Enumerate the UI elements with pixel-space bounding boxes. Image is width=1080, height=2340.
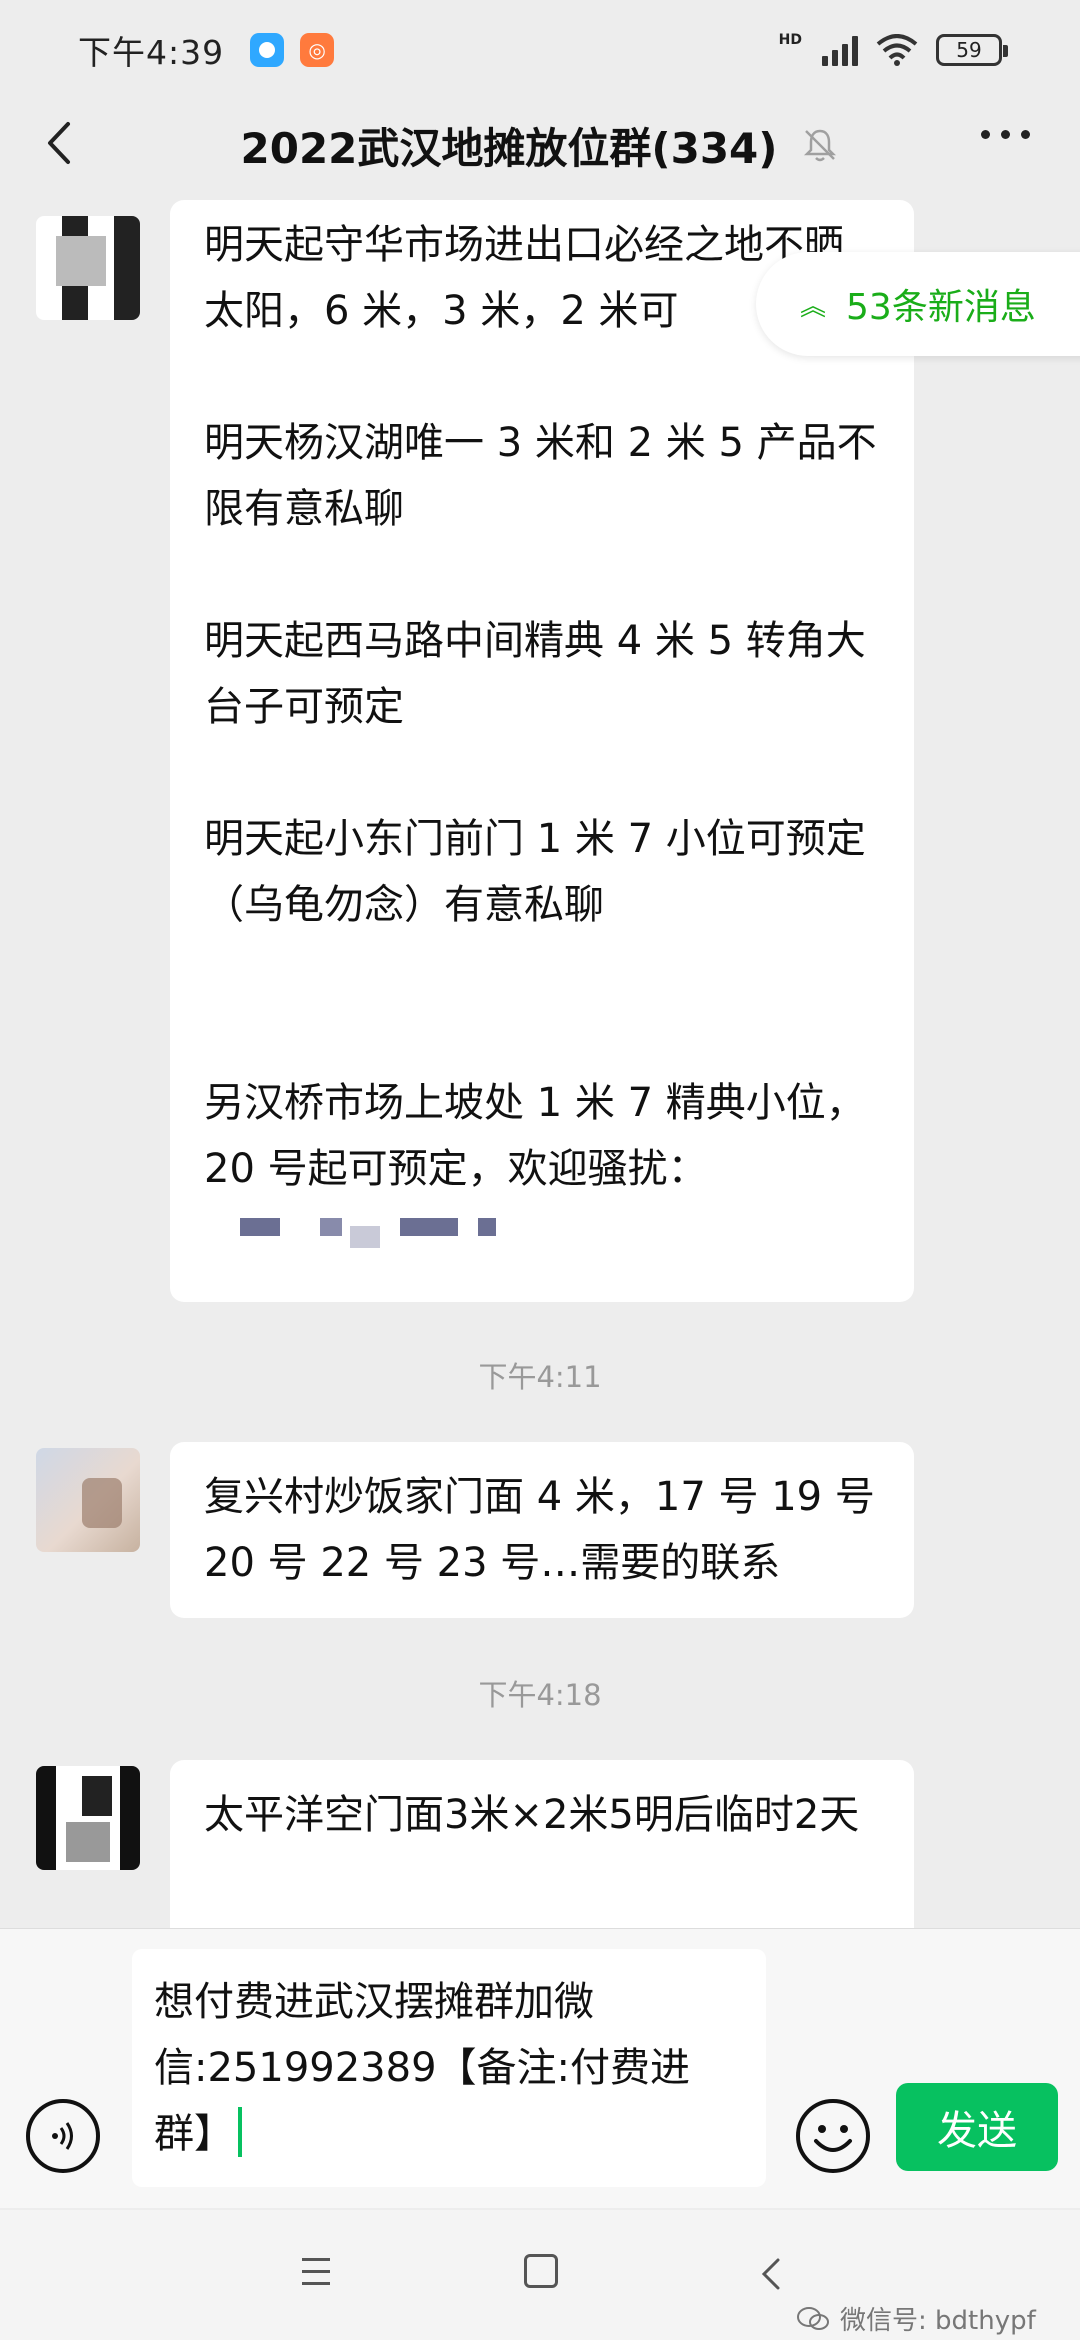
- chat-header: 2022武汉地摊放位群(334): [0, 100, 1080, 190]
- nav-back-icon[interactable]: [752, 2254, 792, 2294]
- redacted-phone: [204, 1212, 880, 1252]
- mute-bell-icon: [804, 129, 837, 162]
- chat-title: 2022武汉地摊放位群(334): [240, 123, 778, 173]
- message-bubble[interactable]: 复兴村炒饭家门面 4 米，17 号 19 号 20 号 22 号 23 号…需要…: [170, 1442, 914, 1618]
- wifi-icon: [876, 34, 918, 66]
- watermark: 微信号: bdthypf: [796, 2300, 1036, 2337]
- home-icon[interactable]: [524, 2254, 558, 2288]
- message-text: 明天起西马路中间精典 4 米 5 转角大台子可预定: [204, 618, 866, 730]
- send-button[interactable]: 发送: [896, 2083, 1058, 2171]
- battery-icon: 59: [936, 34, 1008, 66]
- signal-icon: [822, 34, 858, 66]
- timestamp: 下午4:11: [478, 1360, 602, 1394]
- text-cursor: [238, 2107, 242, 2157]
- more-icon[interactable]: [981, 130, 1030, 139]
- app-badge-orange-icon: ◎: [300, 33, 335, 67]
- emoji-icon[interactable]: [796, 2099, 870, 2173]
- timestamp: 下午4:18: [478, 1678, 602, 1712]
- status-bar: 下午4:39 ◎ HD 59: [0, 0, 1080, 100]
- back-arrow-icon[interactable]: [36, 118, 86, 168]
- message-input-text: 想付费进武汉摆摊群加微信:251992389【备注:付费进群】: [154, 1979, 690, 2157]
- avatar[interactable]: [36, 1766, 140, 1870]
- message-text: 明天起小东门前门 1 米 7 小位可预定（乌龟勿念）有意私聊: [204, 816, 866, 928]
- network-type: HD: [778, 32, 802, 48]
- watermark-text: 微信号: bdthypf: [840, 2306, 1036, 2336]
- voice-input-icon[interactable]: [26, 2099, 100, 2173]
- wechat-icon: [797, 2306, 829, 2330]
- avatar[interactable]: [36, 1448, 140, 1552]
- double-chevron-up-icon: ︽: [800, 291, 827, 322]
- message-text: 明天杨汉湖唯一 3 米和 2 米 5 产品不限有意私聊: [204, 420, 877, 532]
- app-badge-blue-icon: [250, 33, 285, 67]
- status-time: 下午4:39: [78, 33, 225, 72]
- message-bubble[interactable]: 明天起守华市场进出口必经之地不晒太阳，6 米，3 米，2 米可 明天杨汉湖唯一 …: [170, 200, 914, 1302]
- new-messages-button[interactable]: ︽ 53条新消息: [756, 252, 1080, 356]
- input-bar: 想付费进武汉摆摊群加微信:251992389【备注:付费进群】 发送: [0, 1928, 1080, 2208]
- avatar[interactable]: [36, 216, 140, 320]
- message-text: 复兴村炒饭家门面 4 米，17 号 19 号 20 号 22 号 23 号…需要…: [204, 1474, 875, 1586]
- message-text: 太平洋空门面3米×2米5明后临时2天: [204, 1792, 860, 1838]
- recent-apps-icon[interactable]: [302, 2258, 330, 2294]
- new-messages-label: 53条新消息: [846, 287, 1036, 328]
- message-bubble[interactable]: 太平洋空门面3米×2米5明后临时2天: [170, 1760, 914, 1930]
- message-input[interactable]: 想付费进武汉摆摊群加微信:251992389【备注:付费进群】: [132, 1949, 766, 2187]
- message-text: 另汉桥市场上坡处 1 米 7 精典小位，20 号起可预定，欢迎骚扰：: [204, 1080, 866, 1192]
